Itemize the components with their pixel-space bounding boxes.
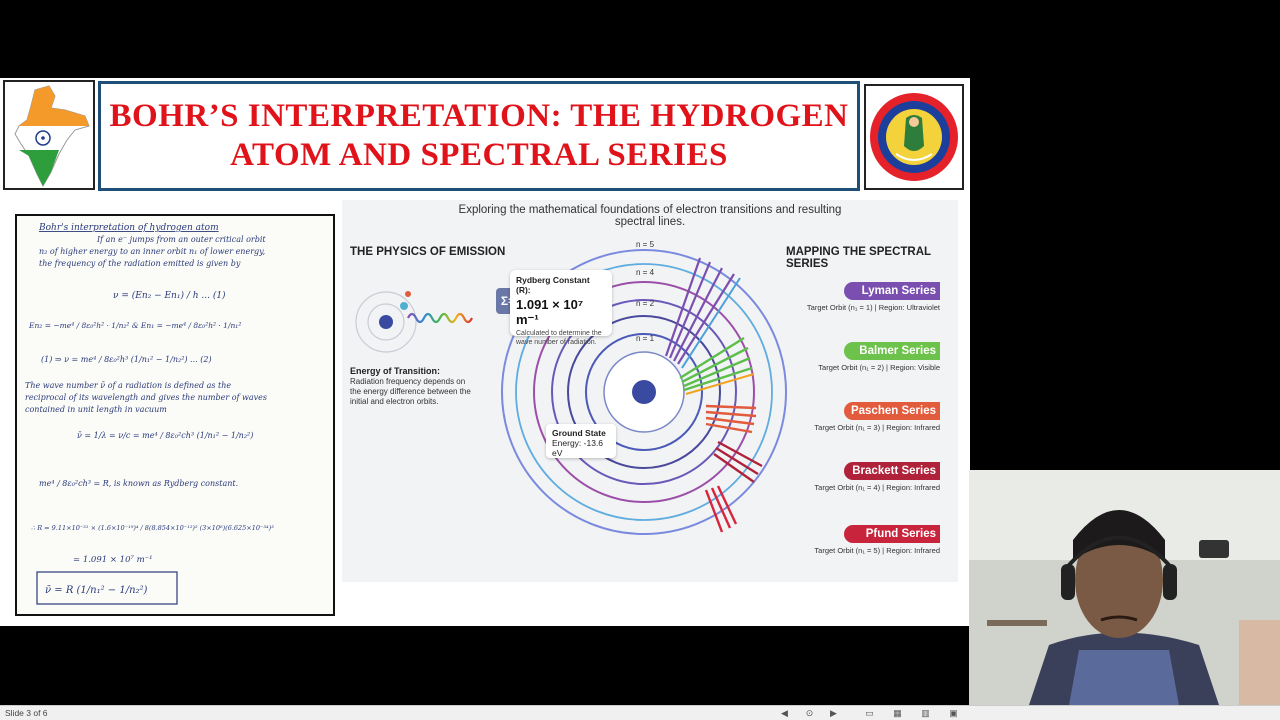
- level-label-n5: n = 5: [636, 240, 655, 249]
- rydberg-title: Rydberg Constant (R):: [516, 275, 590, 295]
- series-balmer-desc: Target Orbit (n₁ = 2) | Region: Visible: [818, 363, 940, 372]
- reading-view-icon[interactable]: ▥: [920, 708, 931, 719]
- series-pfund-label: Pfund Series: [844, 525, 940, 543]
- series-brackett: Brackett Series Target Orbit (n₁ = 4) | …: [780, 462, 940, 492]
- series-paschen-desc: Target Orbit (n₁ = 3) | Region: Infrared: [814, 423, 940, 432]
- slide-sorter-icon[interactable]: ▦: [892, 708, 903, 719]
- series-lyman: Lyman Series Target Orbit (n₁ = 1) | Reg…: [780, 282, 940, 312]
- handwritten-notes: Bohr's interpretation of hydrogen atom I…: [15, 214, 335, 616]
- slide-menu-icon[interactable]: ⊙: [804, 708, 815, 719]
- slide: BOHR’S INTERPRETATION: THE HYDROGEN ATOM…: [0, 78, 970, 626]
- normal-view-icon[interactable]: ▭: [864, 708, 875, 719]
- slideshow-icon[interactable]: ▣: [948, 708, 959, 719]
- next-slide-icon[interactable]: ▶: [828, 708, 839, 719]
- series-pfund-desc: Target Orbit (n₁ = 5) | Region: Infrared: [814, 546, 940, 555]
- level-label-n4: n = 4: [636, 268, 655, 277]
- notes-line-4: The wave number ν̄ of a radiation is def…: [25, 381, 231, 390]
- notes-eq-6: ∴ R = 9.11×10⁻³¹ × (1.6×10⁻¹⁹)⁴ / 8(8.85…: [31, 524, 274, 532]
- notes-eq-1: ν = (En₂ − En₁) / h ... (1): [113, 290, 226, 301]
- slide-title-box: BOHR’S INTERPRETATION: THE HYDROGEN ATOM…: [98, 81, 860, 191]
- notes-line-5: reciprocal of its wavelength and gives t…: [25, 393, 267, 402]
- series-brackett-label: Brackett Series: [844, 462, 940, 480]
- notes-line-2: n₂ of higher energy to an inner orbit n₁…: [39, 247, 265, 256]
- physics-title: THE PHYSICS OF EMISSION: [350, 246, 506, 258]
- rydberg-value: 1.091 × 10⁷ m⁻¹: [516, 297, 584, 327]
- slide-indicator: Slide 3 of 6: [5, 708, 48, 718]
- ground-state-card: Ground State Energy: -13.6 eV: [546, 424, 616, 458]
- series-balmer: Balmer Series Target Orbit (n₁ = 2) | Re…: [780, 342, 940, 372]
- notes-line-6: contained in unit length in vacuum: [25, 405, 167, 414]
- energy-title: Energy of Transition:: [350, 366, 441, 376]
- series-paschen-label: Paschen Series: [844, 402, 940, 420]
- notes-eq-4: ν̄ = 1/λ = ν/c = me⁴ / 8ε₀²ch³ (1/n₁² − …: [77, 431, 253, 440]
- notes-line-1: If an e⁻ jumps from an outer critical or…: [96, 235, 266, 244]
- india-map-logo: [3, 80, 95, 190]
- series-pfund: Pfund Series Target Orbit (n₁ = 5) | Reg…: [780, 525, 940, 555]
- series-lyman-label: Lyman Series: [844, 282, 940, 300]
- series-lyman-desc: Target Orbit (n₁ = 1) | Region: Ultravio…: [806, 303, 940, 312]
- level-label-n1: n = 1: [636, 334, 655, 343]
- infographic-subtitle: Exploring the mathematical foundations o…: [458, 204, 842, 228]
- series-paschen: Paschen Series Target Orbit (n₁ = 3) | R…: [780, 402, 940, 432]
- series-brackett-desc: Target Orbit (n₁ = 4) | Region: Infrared: [814, 483, 940, 492]
- series-balmer-label: Balmer Series: [844, 342, 940, 360]
- notes-eq-2: En₂ = −me⁴ / 8ε₀²h² · 1/n₂² & En₁ = −me⁴…: [28, 321, 241, 330]
- notes-eq-3: (1) ⇒ ν = me⁴ / 8ε₀²h³ (1/n₁² − 1/n₂²) .…: [41, 355, 212, 364]
- notes-eq-7: = 1.091 × 10⁷ m⁻¹: [73, 555, 153, 565]
- rydberg-desc: Calculated to determine the wave number …: [516, 330, 602, 346]
- energy-desc: Radiation frequency depends on the energ…: [350, 377, 471, 406]
- rydberg-card: Rydberg Constant (R): 1.091 × 10⁷ m⁻¹ Ca…: [510, 270, 612, 346]
- notes-eq-5: me⁴ / 8ε₀²ch³ = R, is known as Rydberg c…: [39, 479, 238, 488]
- previous-slide-icon[interactable]: ◀: [779, 708, 790, 719]
- webcam-presenter-video: [969, 470, 1280, 705]
- slide-title: BOHR’S INTERPRETATION: THE HYDROGEN ATOM…: [109, 98, 849, 173]
- ground-state-energy: Energy: -13.6 eV: [552, 438, 604, 458]
- notes-line-3: the frequency of the radiation emitted i…: [39, 259, 241, 268]
- mapping-title: MAPPING THE SPECTRAL SERIES: [786, 246, 931, 270]
- spectral-infographic: Exploring the mathematical foundations o…: [342, 200, 958, 582]
- status-bar: Slide 3 of 6 ◀ ⊙ ▶ ▭ ▦ ▥ ▣: [0, 705, 1280, 720]
- college-seal-logo: [864, 84, 964, 190]
- ground-state-title: Ground State: [552, 428, 606, 438]
- level-label-n2: n = 2: [636, 299, 655, 308]
- notes-eq-8: ν̄ = R (1/n₁² − 1/n₂²): [45, 585, 148, 596]
- notes-heading: Bohr's interpretation of hydrogen atom: [38, 223, 219, 233]
- emission-atom-icon: [355, 291, 473, 353]
